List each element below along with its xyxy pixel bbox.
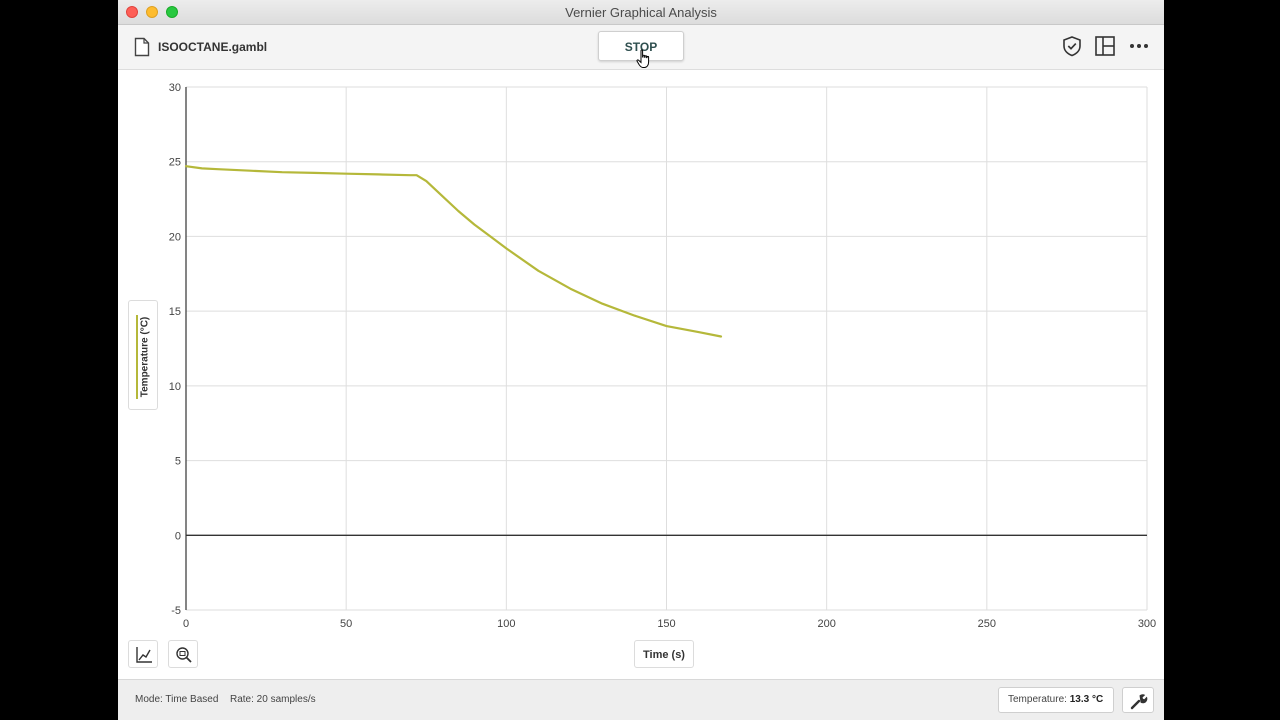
x-tick-label: 150 — [657, 618, 675, 630]
y-axis-label: Temperature (°C) — [139, 316, 151, 398]
y-axis-legend[interactable]: Temperature (°C) — [128, 300, 158, 410]
y-tick-label: 30 — [169, 82, 181, 94]
y-tick-label: 10 — [169, 381, 181, 393]
zoom-button[interactable] — [168, 640, 198, 668]
y-tick-label: -5 — [171, 605, 181, 617]
x-tick-label: 0 — [183, 618, 189, 630]
shield-check-icon[interactable] — [1061, 35, 1083, 57]
layout-panels-icon[interactable] — [1094, 35, 1116, 57]
toolbar: ISOOCTANE.gambl STOP — [118, 25, 1164, 70]
window-title: Vernier Graphical Analysis — [565, 5, 717, 20]
x-axis-label[interactable]: Time (s) — [634, 640, 694, 668]
y-tick-label: 5 — [175, 456, 181, 468]
meter-label: Temperature: — [1008, 694, 1067, 705]
zoom-icon — [176, 647, 192, 663]
temperature-graph[interactable]: 0 50 100 150 200 250 300-5051015202530 — [118, 70, 1164, 630]
meter-value: 13.3 °C — [1069, 694, 1104, 705]
graph-options-icon — [136, 647, 152, 663]
y-tick-label: 25 — [169, 157, 181, 169]
x-tick-label: 250 — [978, 618, 996, 630]
status-bar: Mode: Time Based Rate: 20 samples/s Temp… — [118, 679, 1164, 720]
y-tick-label: 20 — [169, 231, 181, 243]
y-tick-label: 15 — [169, 306, 181, 318]
sample-rate[interactable]: Rate: 20 samples/s — [230, 694, 316, 705]
series-color-swatch — [136, 315, 138, 399]
graph-options-button[interactable] — [128, 640, 158, 668]
wrench-icon — [1130, 694, 1148, 710]
app-window: Vernier Graphical Analysis ISOOCTANE.gam… — [118, 0, 1164, 720]
more-horizontal-icon[interactable] — [1128, 35, 1150, 57]
title-bar: Vernier Graphical Analysis — [118, 0, 1164, 25]
collection-mode[interactable]: Mode: Time Based — [135, 694, 218, 705]
x-tick-label: 50 — [340, 618, 352, 630]
file-icon[interactable] — [134, 37, 150, 57]
temperature-meter[interactable]: Temperature: 13.3 °C — [998, 687, 1114, 713]
x-tick-label: 100 — [497, 618, 515, 630]
x-tick-label: 200 — [817, 618, 835, 630]
y-tick-label: 0 — [175, 530, 181, 542]
sensor-settings-button[interactable] — [1122, 687, 1154, 713]
hand-pointer-cursor-icon — [636, 49, 650, 68]
x-tick-label: 300 — [1138, 618, 1156, 630]
file-name[interactable]: ISOOCTANE.gambl — [158, 40, 267, 54]
